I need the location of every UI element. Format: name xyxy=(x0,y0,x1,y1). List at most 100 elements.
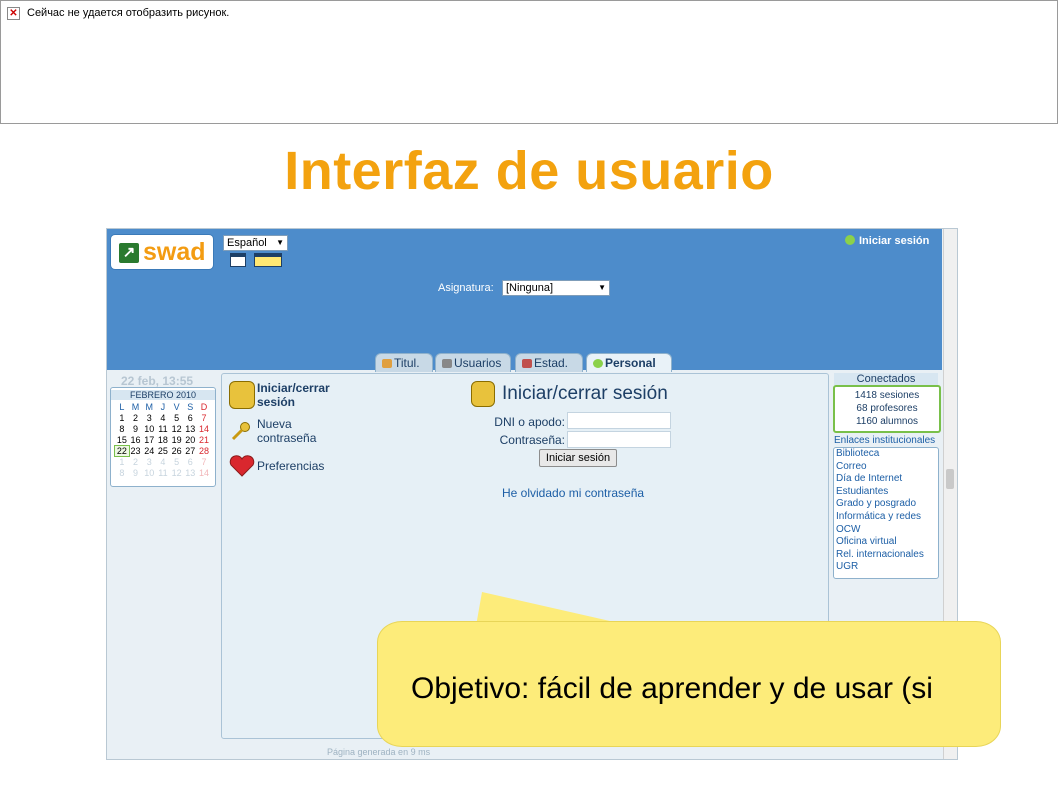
heart-icon xyxy=(229,455,255,477)
calendar-day[interactable]: 7 xyxy=(197,457,211,467)
menu-item-preferences[interactable]: Preferencias xyxy=(257,459,324,473)
login-button[interactable]: Iniciar sesión xyxy=(539,449,617,467)
calendar-day[interactable]: 5 xyxy=(170,413,184,423)
calendar-day[interactable]: 2 xyxy=(129,457,143,467)
calendar-day[interactable]: 6 xyxy=(183,457,197,467)
calendar-day[interactable]: 1 xyxy=(115,457,129,467)
link-item[interactable]: OCW xyxy=(834,524,938,537)
tab-label: Titul. xyxy=(394,356,420,370)
calendar-day[interactable]: 12 xyxy=(170,424,184,434)
swad-logo[interactable]: ↗ swad xyxy=(111,235,213,269)
link-item[interactable]: Oficina virtual xyxy=(834,536,938,549)
calendar-day[interactable]: 9 xyxy=(129,468,143,478)
calendar-day[interactable]: 1 xyxy=(115,413,129,423)
calendar-day[interactable]: 3 xyxy=(142,457,156,467)
calendar-day[interactable]: 8 xyxy=(115,424,129,434)
link-item[interactable]: Correo xyxy=(834,461,938,474)
calendar-day[interactable]: 5 xyxy=(170,457,184,467)
language-select[interactable]: Español ▼ xyxy=(223,235,288,251)
calendar-day[interactable]: 20 xyxy=(183,435,197,445)
calendar-weekday: S xyxy=(187,402,194,412)
link-item[interactable]: Estudiantes xyxy=(834,486,938,499)
logo-text: swad xyxy=(143,238,206,266)
calendar-day[interactable]: 26 xyxy=(170,446,184,456)
calendar-weekday: V xyxy=(173,402,180,412)
calendar-day[interactable]: 12 xyxy=(170,468,184,478)
links-list: Biblioteca Correo Día de Internet Estudi… xyxy=(833,447,939,579)
forgot-password-link[interactable]: He olvidado mi contraseña xyxy=(502,486,644,500)
calendar-day[interactable]: 14 xyxy=(197,468,211,478)
login-link[interactable]: Iniciar sesión xyxy=(845,235,929,247)
tab-estad[interactable]: Estad. xyxy=(515,353,583,372)
calendar-day[interactable]: 4 xyxy=(156,457,170,467)
calendar-day[interactable]: 11 xyxy=(156,468,170,478)
degree-icon xyxy=(382,359,392,368)
page-footer: Página generada en 9 ms xyxy=(327,747,431,757)
logo-arrow-icon: ↗ xyxy=(119,243,139,263)
layout-wide-icon[interactable] xyxy=(254,253,282,267)
slide-title: Interfaz de usuario xyxy=(284,141,774,201)
link-item[interactable]: Rel. internacionales xyxy=(834,549,938,562)
calendar-day[interactable]: 25 xyxy=(156,446,170,456)
calendar-day[interactable]: 11 xyxy=(156,424,170,434)
calendar-day[interactable]: 10 xyxy=(142,468,156,478)
connected-sessions: 1418 sesiones xyxy=(854,390,920,401)
scrollbar-thumb[interactable] xyxy=(946,469,954,489)
tab-titul[interactable]: Titul. xyxy=(375,353,433,372)
calendar-day[interactable]: 18 xyxy=(156,435,170,445)
dni-label: DNI o apodo: xyxy=(494,415,565,429)
tab-usuarios[interactable]: Usuarios xyxy=(435,353,511,372)
calendar-weekday: J xyxy=(160,402,166,412)
calendar-day[interactable]: 10 xyxy=(142,424,156,434)
login-user-icon xyxy=(471,381,495,407)
tab-label: Personal xyxy=(605,356,656,370)
calendar-day[interactable]: 8 xyxy=(115,468,129,478)
calendar-day[interactable]: 14 xyxy=(197,424,211,434)
calendar-day[interactable]: 3 xyxy=(142,413,156,423)
calendar-day[interactable]: 24 xyxy=(142,446,156,456)
calendar-day[interactable]: 15 xyxy=(115,435,129,445)
calendar: FEBRERO 2010 L M M J V S D 1 2 3 4 5 6 7 8 9 10 11 12 13 14 1… xyxy=(110,387,216,487)
link-item[interactable]: Biblioteca xyxy=(834,448,938,461)
password-label: Contraseña: xyxy=(499,433,565,447)
calendar-day[interactable]: 6 xyxy=(183,413,197,423)
link-item[interactable]: Día de Internet xyxy=(834,473,938,486)
tab-personal[interactable]: Personal xyxy=(586,353,672,372)
connected-students: 1160 alumnos xyxy=(855,416,919,427)
page-title: Iniciar/cerrar sesión xyxy=(502,383,668,404)
link-item[interactable]: UGR xyxy=(834,561,938,574)
link-item[interactable]: Informática y redes xyxy=(834,511,938,524)
broken-image-message: Сейчас не удается отобразить рисунок. xyxy=(27,7,230,19)
menu-item-new-password[interactable]: Nueva contraseña xyxy=(257,417,347,445)
calendar-day[interactable]: 28 xyxy=(197,446,211,456)
dni-input[interactable] xyxy=(567,412,671,429)
calendar-day[interactable]: 7 xyxy=(197,413,211,423)
calendar-day[interactable]: 9 xyxy=(129,424,143,434)
broken-image-placeholder: ✕ Сейчас не удается отобразить рисунок. xyxy=(0,0,1058,124)
calendar-day[interactable]: 27 xyxy=(183,446,197,456)
calendar-day[interactable]: 13 xyxy=(183,424,197,434)
calendar-weekday: M xyxy=(145,402,153,412)
calendar-day[interactable]: 16 xyxy=(129,435,143,445)
calendar-day[interactable]: 17 xyxy=(142,435,156,445)
password-input[interactable] xyxy=(567,431,671,448)
calendar-day[interactable]: 13 xyxy=(183,468,197,478)
connected-box[interactable]: 1418 sesiones 68 profesores 1160 alumnos xyxy=(833,385,941,433)
connected-title: Conectados xyxy=(834,373,938,385)
asignatura-select[interactable]: [Ninguna] ▼ xyxy=(502,280,610,296)
layout-one-column-icon[interactable] xyxy=(230,253,246,267)
broken-image-icon: ✕ xyxy=(7,7,20,20)
current-datetime: 22 feb, 13:55 xyxy=(121,374,194,388)
asignatura-value: [Ninguna] xyxy=(506,282,554,294)
link-item[interactable]: Grado y posgrado xyxy=(834,498,938,511)
calendar-day[interactable]: 22 xyxy=(114,445,130,457)
menu-item-login[interactable]: Iniciar/cerrar sesión xyxy=(257,381,347,409)
calendar-day[interactable]: 23 xyxy=(129,446,143,456)
calendar-day[interactable]: 2 xyxy=(129,413,143,423)
calendar-day[interactable]: 19 xyxy=(170,435,184,445)
tab-label: Estad. xyxy=(534,356,569,370)
calendar-day[interactable]: 21 xyxy=(197,435,211,445)
calendar-day[interactable]: 4 xyxy=(156,413,170,423)
calendar-grid: L M M J V S D 1 2 3 4 5 6 7 8 9 10 11 12 13 14 15 16 17 18 19 20 21… xyxy=(114,402,211,478)
connected-teachers: 68 profesores xyxy=(856,403,918,414)
